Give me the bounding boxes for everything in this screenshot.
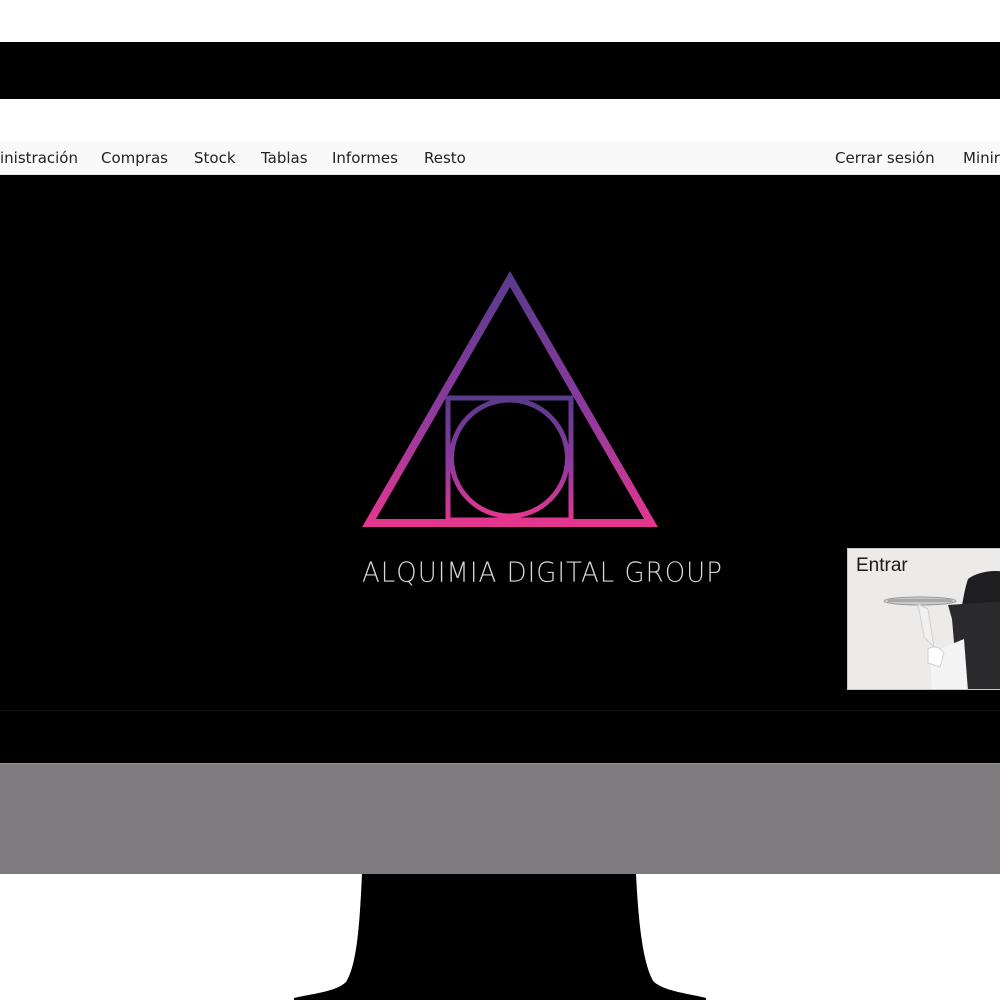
triangle-circle-square-logo-icon	[362, 271, 658, 527]
brand-name: ALQUIMIA DIGITAL GROUP	[362, 557, 723, 589]
main-menubar: inistración Compras Stock Tablas Informe…	[0, 141, 1000, 175]
monitor-chin	[0, 763, 1000, 874]
menu-item-compras[interactable]: Compras	[101, 149, 168, 167]
enter-button[interactable]: Entrar	[847, 548, 1000, 690]
menu-item-informes[interactable]: Informes	[332, 149, 398, 167]
monitor-top-bezel	[0, 42, 1000, 99]
app-footer-divider	[0, 710, 1000, 711]
monitor-mockup: inistración Compras Stock Tablas Informe…	[0, 0, 1000, 1000]
menu-item-administracion[interactable]: inistración	[0, 149, 78, 167]
menu-item-minimizar[interactable]: Minir	[963, 149, 1000, 167]
menu-item-stock[interactable]: Stock	[194, 149, 236, 167]
window-title-area	[0, 99, 1000, 141]
enter-button-label: Entrar	[856, 555, 908, 576]
menu-item-tablas[interactable]: Tablas	[261, 149, 308, 167]
monitor-stand	[294, 874, 706, 1000]
menu-item-cerrar-sesion[interactable]: Cerrar sesión	[835, 149, 935, 167]
menu-item-resto[interactable]: Resto	[424, 149, 466, 167]
